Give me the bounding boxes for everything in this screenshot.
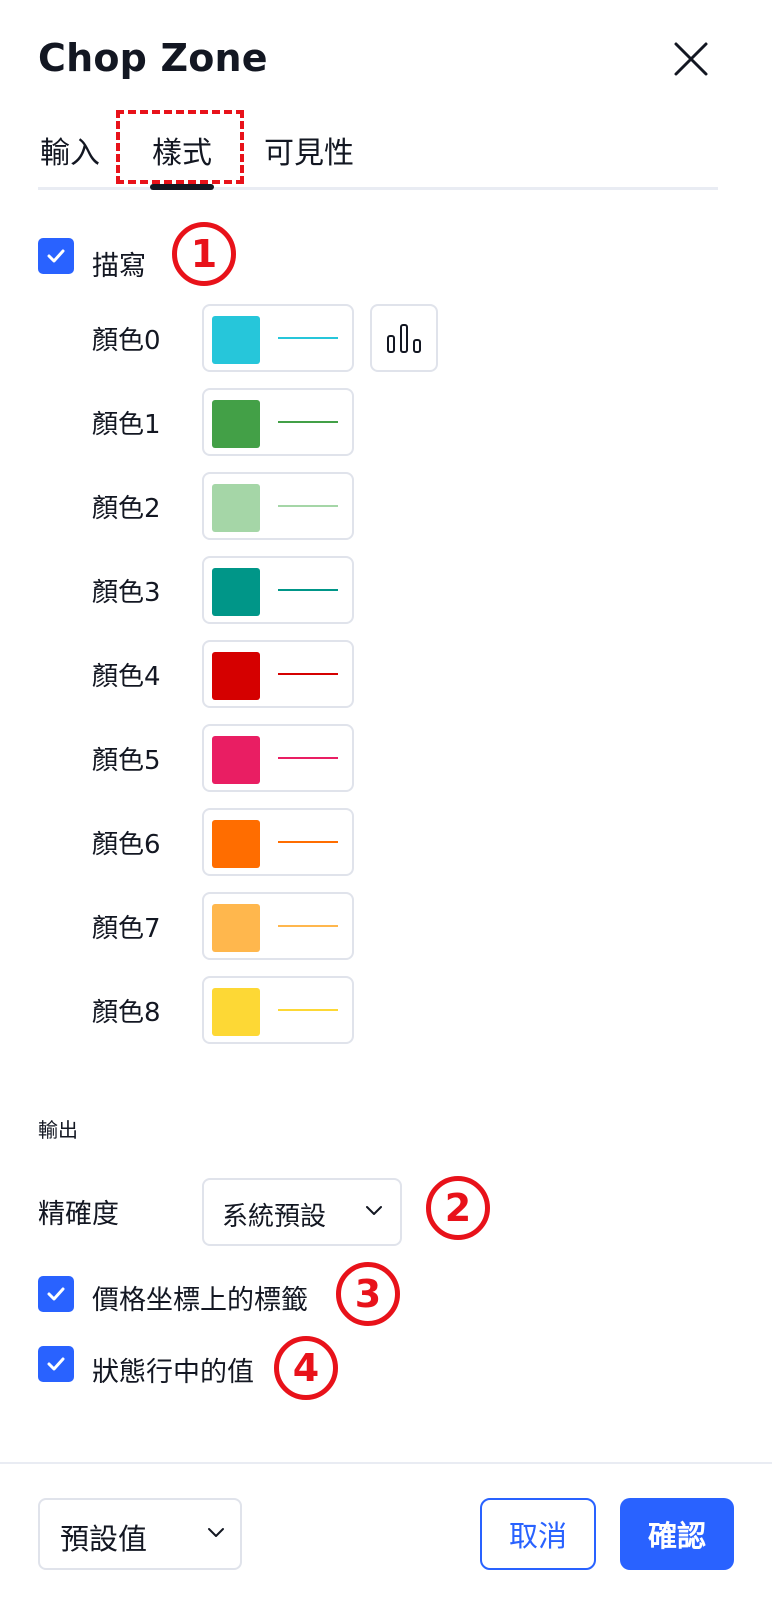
line-preview [278,1009,338,1011]
color-label: 顏色8 [92,998,161,1028]
color-swatch [212,988,260,1036]
color-swatch [212,568,260,616]
tab-bar: 輸入 樣式 可見性 [38,110,718,194]
chevron-down-icon [208,1528,224,1537]
color-picker-6[interactable] [202,808,354,876]
tab-divider [38,187,718,190]
color-label: 顏色4 [92,662,161,692]
color-label: 顏色6 [92,830,161,860]
color-row-5: 顏色5 [0,724,772,792]
color-row-4: 顏色4 [0,640,772,708]
price-scale-label-checkbox[interactable] [38,1276,74,1312]
cancel-button[interactable]: 取消 [480,1498,596,1570]
color-swatch [212,904,260,952]
plot-label: 描寫 [92,251,146,282]
color-row-3: 顏色3 [0,556,772,624]
color-label: 顏色0 [92,326,161,356]
color-picker-7[interactable] [202,892,354,960]
color-label: 顏色2 [92,494,161,524]
annotation-badge-1: 1 [172,222,236,286]
checkmark-icon [47,1357,65,1371]
checkmark-icon [47,249,65,263]
color-picker-0[interactable] [202,304,354,372]
color-label: 顏色1 [92,410,161,440]
line-preview [278,925,338,927]
color-picker-8[interactable] [202,976,354,1044]
color-swatch [212,736,260,784]
defaults-label: 預設值 [60,1522,148,1556]
annotation-badge-2: 2 [426,1176,490,1240]
line-preview [278,337,338,339]
color-label: 顏色7 [92,914,161,944]
tab-inputs[interactable]: 輸入 [40,128,100,172]
color-picker-1[interactable] [202,388,354,456]
line-preview [278,589,338,591]
color-label: 顏色5 [92,746,161,776]
highlight-dashed-box [116,110,244,184]
color-row-6: 顏色6 [0,808,772,876]
color-row-7: 顏色7 [0,892,772,960]
defaults-dropdown[interactable]: 預設值 [38,1498,242,1570]
annotation-badge-3: 3 [336,1262,400,1326]
precision-select[interactable]: 系統預設 [202,1178,402,1246]
ok-button[interactable]: 確認 [620,1498,734,1570]
color-swatch [212,820,260,868]
tab-visibility[interactable]: 可見性 [264,128,354,172]
line-preview [278,841,338,843]
color-row-1: 顏色1 [0,388,772,456]
color-picker-3[interactable] [202,556,354,624]
color-row-2: 顏色2 [0,472,772,540]
color-label: 顏色3 [92,578,161,608]
price-scale-label-text: 價格坐標上的標籤 [92,1285,308,1316]
color-row-0: 顏色0 [0,304,772,372]
precision-value: 系統預設 [222,1202,327,1232]
close-button[interactable] [664,32,718,86]
annotation-badge-4: 4 [274,1336,338,1400]
dialog-title: Chop Zone [38,36,268,80]
close-icon [674,42,708,76]
color-swatch [212,652,260,700]
status-line-text: 狀態行中的值 [92,1357,254,1388]
color-picker-5[interactable] [202,724,354,792]
color-row-8: 顏色8 [0,976,772,1044]
line-preview [278,673,338,675]
plot-style-button[interactable] [370,304,438,372]
output-section-title: 輸出 [38,1118,78,1142]
active-tab-indicator [150,184,214,190]
line-preview [278,505,338,507]
color-swatch [212,316,260,364]
color-picker-2[interactable] [202,472,354,540]
status-line-checkbox[interactable] [38,1346,74,1382]
chevron-down-icon [366,1206,382,1215]
color-swatch [212,484,260,532]
columns-icon [387,324,421,353]
color-swatch [212,400,260,448]
precision-label: 精確度 [38,1199,119,1230]
plot-checkbox[interactable] [38,238,74,274]
checkmark-icon [47,1287,65,1301]
line-preview [278,421,338,423]
color-picker-4[interactable] [202,640,354,708]
footer-divider [0,1462,772,1464]
line-preview [278,757,338,759]
